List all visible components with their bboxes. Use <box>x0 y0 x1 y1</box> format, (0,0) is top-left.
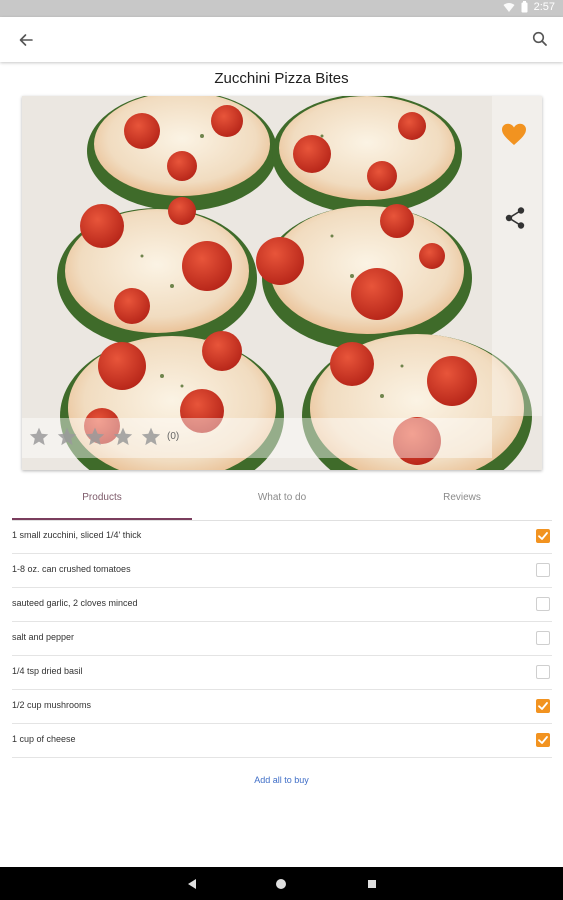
list-item[interactable]: 1 small zucchini, sliced 1/4' thick <box>12 520 552 554</box>
share-icon <box>505 207 525 229</box>
rating-stars[interactable] <box>28 426 162 448</box>
recipe-title: Zucchini Pizza Bites <box>214 70 349 87</box>
list-item[interactable]: 1/4 tsp dried basil <box>12 656 552 690</box>
list-item[interactable]: 1/2 cup mushrooms <box>12 690 552 724</box>
check-icon <box>538 736 548 744</box>
check-icon <box>538 532 548 540</box>
ingredient-label: 1 cup of cheese <box>12 734 76 744</box>
ingredient-label: salt and pepper <box>12 632 75 642</box>
rating-count: (0) <box>167 431 180 442</box>
status-time: 2:57 <box>533 1 555 13</box>
star-icon[interactable] <box>112 426 134 448</box>
ingredient-checkbox[interactable] <box>536 733 550 747</box>
check-icon <box>538 702 548 710</box>
tab-reviews-label: Reviews <box>443 492 481 503</box>
ingredient-label: 1/4 tsp dried basil <box>12 666 83 676</box>
ingredient-checkbox[interactable] <box>536 597 550 611</box>
nav-home-button[interactable] <box>275 877 287 895</box>
list-item[interactable]: salt and pepper <box>12 622 552 656</box>
back-button[interactable] <box>16 30 36 50</box>
ingredient-label: 1/2 cup mushrooms <box>12 700 92 710</box>
ingredient-checkbox[interactable] <box>536 529 550 543</box>
ingredient-checkbox[interactable] <box>536 665 550 679</box>
favorite-button[interactable] <box>501 123 529 149</box>
list-item[interactable]: sauteed garlic, 2 cloves minced <box>12 588 552 622</box>
tab-what-to-do-label: What to do <box>257 492 307 503</box>
search-icon <box>532 31 547 46</box>
ingredient-label: 1-8 oz. can crushed tomatoes <box>12 564 131 574</box>
star-icon[interactable] <box>84 426 106 448</box>
ingredient-list: 1 small zucchini, sliced 1/4' thick 1-8 … <box>12 520 552 758</box>
star-icon[interactable] <box>56 426 78 448</box>
tab-reviews[interactable]: Reviews <box>372 486 552 520</box>
zucchini-bite-1 <box>87 96 277 211</box>
status-bar: 2:57 <box>0 0 563 17</box>
square-recents-icon <box>368 880 376 888</box>
zucchini-bite-2 <box>272 96 462 214</box>
ingredient-checkbox[interactable] <box>536 699 550 713</box>
wifi-icon <box>503 2 515 13</box>
add-all-to-buy-link[interactable]: Add all to buy <box>0 775 563 785</box>
circle-home-icon <box>276 879 286 889</box>
recipe-tabs: Products What to do Reviews <box>12 486 552 520</box>
list-item[interactable]: 1 cup of cheese <box>12 724 552 758</box>
star-icon[interactable] <box>140 426 162 448</box>
arrow-left-icon <box>19 34 33 46</box>
tab-what-to-do[interactable]: What to do <box>192 486 372 520</box>
system-nav-bar <box>0 867 563 900</box>
recipe-image: (0) <box>22 96 542 470</box>
ingredient-checkbox[interactable] <box>536 631 550 645</box>
list-item[interactable]: 1-8 oz. can crushed tomatoes <box>12 554 552 588</box>
ingredient-label: 1 small zucchini, sliced 1/4' thick <box>12 530 142 540</box>
nav-recents-button[interactable] <box>366 877 378 895</box>
ingredient-checkbox[interactable] <box>536 563 550 577</box>
triangle-back-icon <box>188 879 196 889</box>
nav-back-button[interactable] <box>186 877 198 895</box>
tab-products[interactable]: Products <box>12 486 192 520</box>
share-button[interactable] <box>504 206 526 230</box>
search-button[interactable] <box>531 30 549 48</box>
star-icon[interactable] <box>28 426 50 448</box>
rating-bar: (0) <box>22 418 492 458</box>
heart-icon <box>502 123 526 145</box>
app-bar <box>0 17 563 62</box>
battery-icon <box>521 1 528 13</box>
tab-products-label: Products <box>82 492 122 503</box>
ingredient-label: sauteed garlic, 2 cloves minced <box>12 598 138 608</box>
